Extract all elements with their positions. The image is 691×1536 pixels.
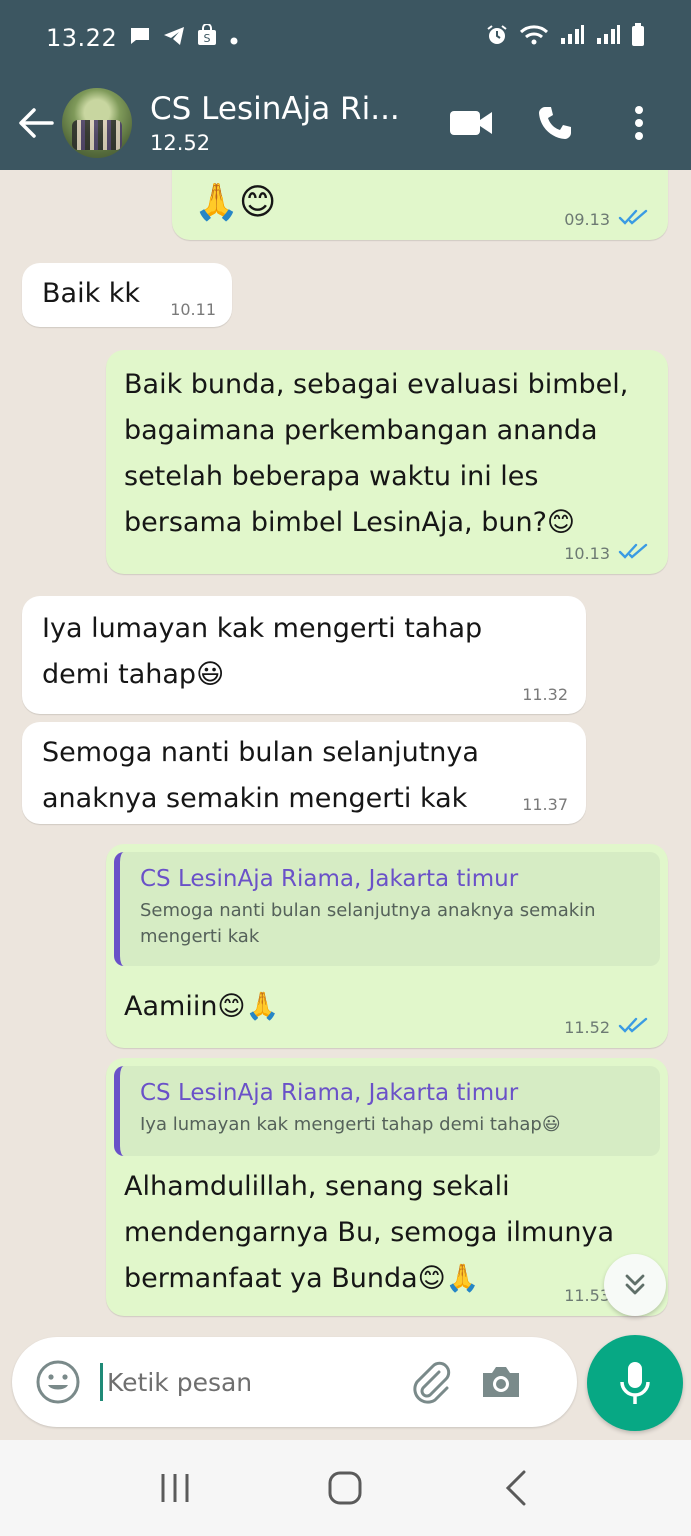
signal-icon xyxy=(559,24,585,52)
message-meta: 10.13 xyxy=(564,542,650,564)
message-line: Alhamdulillah, senang sekali xyxy=(124,1171,510,1202)
camera-button[interactable] xyxy=(466,1347,536,1417)
message-text: 🙏😊 xyxy=(194,182,277,223)
wifi-icon xyxy=(519,24,549,52)
chat-header: CS LesinAja Ri... 12.52 xyxy=(0,76,691,170)
back-button[interactable] xyxy=(4,91,68,155)
home-icon xyxy=(328,1471,362,1505)
quoted-author: CS LesinAja Riama, Jakarta timur xyxy=(140,866,519,892)
quoted-message[interactable]: CS LesinAja Riama, Jakarta timur Semoga … xyxy=(114,852,660,966)
quoted-line: Semoga nanti bulan selanjutnya anaknya s… xyxy=(140,900,596,921)
scroll-to-bottom-button[interactable] xyxy=(604,1254,666,1316)
message-bubble[interactable]: CS LesinAja Riama, Jakarta timur Iya lum… xyxy=(106,1058,668,1316)
message-icon xyxy=(129,24,151,52)
message-time: 10.11 xyxy=(170,300,216,319)
home-button[interactable] xyxy=(305,1448,385,1528)
avatar[interactable] xyxy=(62,88,132,158)
message-time: 11.37 xyxy=(522,795,568,814)
message-bubble[interactable]: Semoga nanti bulan selanjutnya anaknya s… xyxy=(22,722,586,824)
quoted-text: Semoga nanti bulan selanjutnya anaknya s… xyxy=(140,898,642,950)
message-meta: 11.52 xyxy=(564,1016,650,1038)
message-meta: 11.32 xyxy=(522,685,568,704)
message-line: bagaimana perkembangan ananda xyxy=(124,415,598,446)
attach-button[interactable] xyxy=(396,1347,466,1417)
message-bubble[interactable]: Baik kk 10.11 xyxy=(22,263,232,327)
message-time: 11.52 xyxy=(564,1017,610,1037)
chevron-left-icon xyxy=(505,1470,526,1506)
message-line: setelah beberapa waktu ini les xyxy=(124,461,539,492)
message-time: 11.32 xyxy=(522,685,568,704)
shop-icon: S xyxy=(197,23,217,52)
emoji-button[interactable] xyxy=(16,1340,100,1424)
video-call-button[interactable] xyxy=(429,81,513,165)
message-line: mendengarnya Bu, semoga ilmunya xyxy=(124,1217,615,1248)
arrow-left-icon xyxy=(19,108,54,138)
quoted-text: Iya lumayan kak mengerti tahap demi taha… xyxy=(140,1112,642,1138)
message-line: Semoga nanti bulan selanjutnya xyxy=(42,737,479,768)
message-bubble[interactable]: Iya lumayan kak mengerti tahap demi taha… xyxy=(22,596,586,714)
quoted-line: mengerti kak xyxy=(140,926,260,947)
message-time: 11.53 xyxy=(564,1285,610,1305)
message-time: 10.13 xyxy=(564,543,610,563)
message-bubble[interactable]: Baik bunda, sebagai evaluasi bimbel, bag… xyxy=(106,350,668,574)
message-line: bersama bimbel LesinAja, bun?😊 xyxy=(124,507,576,538)
svg-text:S: S xyxy=(204,32,211,45)
quoted-line: Iya lumayan kak mengerti tahap demi taha… xyxy=(140,1114,561,1135)
message-line: Iya lumayan kak mengerti tahap xyxy=(42,613,483,644)
message-line: bermanfaat ya Bunda😊🙏 xyxy=(124,1263,480,1294)
message-meta: 11.37 xyxy=(522,795,568,814)
back-nav-button[interactable] xyxy=(476,1448,556,1528)
phone-icon xyxy=(539,107,571,139)
message-input[interactable] xyxy=(100,1363,390,1401)
status-bar: 13.22 S xyxy=(0,0,691,76)
system-nav-bar xyxy=(0,1440,691,1536)
double-chevron-down-icon xyxy=(625,1274,645,1295)
voice-record-button[interactable] xyxy=(587,1335,683,1431)
message-line: Baik bunda, sebagai evaluasi bimbel, xyxy=(124,369,629,400)
battery-icon xyxy=(631,23,645,53)
quoted-author: CS LesinAja Riama, Jakarta timur xyxy=(140,1080,519,1106)
smiley-icon xyxy=(36,1360,80,1404)
telegram-icon xyxy=(163,24,185,52)
alarm-icon xyxy=(485,24,509,52)
message-meta: 10.11 xyxy=(170,300,216,319)
signal-icon xyxy=(595,24,621,52)
top-bar: 13.22 S CS LesinAja Ri... 12.52 xyxy=(0,0,691,170)
paperclip-icon xyxy=(413,1361,451,1404)
microphone-icon xyxy=(620,1362,650,1404)
notification-dot-icon xyxy=(229,24,239,52)
recents-icon xyxy=(161,1474,189,1502)
video-camera-icon xyxy=(450,111,492,135)
read-ticks-icon xyxy=(618,542,650,564)
chat-title: CS LesinAja Ri... xyxy=(150,91,400,127)
message-line: anaknya semakin mengerti kak xyxy=(42,783,468,814)
message-line: demi tahap😃 xyxy=(42,659,225,690)
message-text: Aamiin😊🙏 xyxy=(124,991,280,1022)
read-ticks-icon xyxy=(618,208,650,230)
chat-title-area[interactable]: CS LesinAja Ri... 12.52 xyxy=(150,91,400,155)
chat-area[interactable]: 🙏😊 09.13 Baik kk 10.11 Baik bunda, sebag… xyxy=(0,170,691,1436)
message-time: 09.13 xyxy=(564,209,610,229)
more-vertical-icon xyxy=(635,106,643,140)
voice-call-button[interactable] xyxy=(513,81,597,165)
camera-icon xyxy=(483,1367,519,1397)
message-composer xyxy=(12,1337,577,1427)
more-options-button[interactable] xyxy=(597,81,681,165)
recent-apps-button[interactable] xyxy=(135,1448,215,1528)
last-seen: 12.52 xyxy=(150,131,211,155)
read-ticks-icon xyxy=(618,1016,650,1038)
quoted-message[interactable]: CS LesinAja Riama, Jakarta timur Iya lum… xyxy=(114,1066,660,1156)
message-bubble[interactable]: 🙏😊 09.13 xyxy=(172,170,668,240)
message-text: Baik kk xyxy=(42,278,141,309)
message-meta: 09.13 xyxy=(564,208,650,230)
message-bubble[interactable]: CS LesinAja Riama, Jakarta timur Semoga … xyxy=(106,844,668,1048)
status-time: 13.22 xyxy=(46,24,118,52)
